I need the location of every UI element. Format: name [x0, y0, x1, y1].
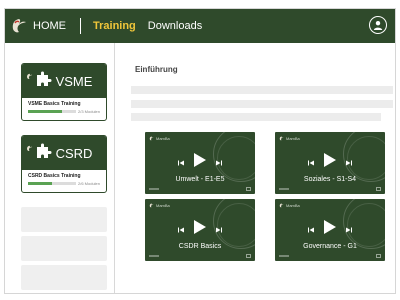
- course-title: CSRD: [55, 145, 93, 161]
- nav-divider: [80, 18, 81, 34]
- video-brand-label: MamBa: [156, 203, 170, 208]
- progress-bar: [28, 182, 76, 185]
- video-timeline[interactable]: [279, 188, 289, 190]
- video-card[interactable]: MamBa Governance - G1: [275, 199, 385, 261]
- puzzle-icon: [36, 143, 52, 164]
- course-card-header: CSRD: [22, 136, 106, 170]
- video-title: Soziales - S1-S4: [303, 176, 357, 183]
- main-content: Einführung MamBa Umwelt - E1-E5 MamBa So…: [123, 43, 393, 293]
- course-placeholder: [21, 265, 107, 290]
- video-brand-label: MamBa: [286, 203, 300, 208]
- video-brand: MamBa: [149, 136, 170, 141]
- course-card-csrd[interactable]: CSRD CSRD Basics Training 2/6 Modulen: [21, 135, 107, 193]
- next-icon[interactable]: [345, 221, 353, 239]
- course-card-header: VSME: [22, 64, 106, 98]
- previous-icon[interactable]: [307, 221, 315, 239]
- text-placeholder-line: [131, 86, 393, 94]
- course-subtitle: VSME Basics Training: [28, 101, 81, 107]
- nav-training-link[interactable]: Training: [93, 20, 136, 32]
- nav-downloads-link[interactable]: Downloads: [148, 20, 202, 32]
- course-progress: 2/6 Modulen: [22, 179, 106, 186]
- puzzle-icon: [36, 71, 52, 92]
- course-placeholder: [21, 207, 107, 232]
- video-title: Umwelt - E1-E5: [175, 176, 225, 183]
- next-icon[interactable]: [215, 221, 223, 239]
- fullscreen-icon[interactable]: [376, 187, 381, 191]
- video-bottom-bar: [279, 187, 381, 191]
- video-controls: [275, 219, 385, 240]
- nav-home-link[interactable]: HOME: [33, 20, 66, 32]
- text-placeholder-line: [131, 100, 393, 108]
- fullscreen-icon[interactable]: [376, 254, 381, 258]
- video-card[interactable]: MamBa CSDR Basics: [145, 199, 255, 261]
- course-title: VSME: [55, 73, 93, 89]
- previous-icon[interactable]: [177, 154, 185, 172]
- fullscreen-icon[interactable]: [246, 254, 251, 258]
- fullscreen-icon[interactable]: [246, 187, 251, 191]
- previous-icon[interactable]: [177, 221, 185, 239]
- module-count: 2/3 Modulen: [77, 109, 100, 114]
- video-title: CSDR Basics: [178, 243, 222, 250]
- text-placeholder-line: [131, 113, 381, 121]
- video-card[interactable]: MamBa Soziales - S1-S4: [275, 132, 385, 194]
- course-placeholder: [21, 236, 107, 261]
- video-card[interactable]: MamBa Umwelt - E1-E5: [145, 132, 255, 194]
- video-bottom-bar: [279, 254, 381, 258]
- video-controls: [145, 152, 255, 173]
- hummingbird-logo-icon: [26, 139, 33, 157]
- play-icon[interactable]: [323, 219, 337, 240]
- video-brand: MamBa: [279, 203, 300, 208]
- video-timeline[interactable]: [149, 188, 159, 190]
- video-title: Governance - G1: [303, 243, 357, 250]
- video-controls: [145, 219, 255, 240]
- course-subtitle: CSRD Basics Training: [28, 173, 81, 179]
- hummingbird-logo-icon: [26, 67, 33, 85]
- progress-bar-fill: [28, 182, 52, 185]
- video-controls: [275, 152, 385, 173]
- progress-bar-fill: [28, 110, 62, 113]
- video-timeline[interactable]: [149, 255, 159, 257]
- course-card-vsme[interactable]: VSME VSME Basics Training 2/3 Modulen: [21, 63, 107, 121]
- play-icon[interactable]: [323, 152, 337, 173]
- video-bottom-bar: [149, 187, 251, 191]
- hummingbird-logo-icon[interactable]: [9, 16, 29, 36]
- course-progress: 2/3 Modulen: [22, 107, 106, 114]
- next-icon[interactable]: [345, 154, 353, 172]
- previous-icon[interactable]: [307, 154, 315, 172]
- module-count: 2/6 Modulen: [77, 181, 100, 186]
- video-brand: MamBa: [149, 203, 170, 208]
- next-icon[interactable]: [215, 154, 223, 172]
- top-navigation-bar: HOME Training Downloads: [5, 9, 395, 43]
- course-sidebar: VSME VSME Basics Training 2/3 Modulen CS…: [5, 43, 115, 293]
- video-brand-label: MamBa: [156, 136, 170, 141]
- app-frame: HOME Training Downloads VSME VSME Basics…: [4, 8, 396, 294]
- video-bottom-bar: [149, 254, 251, 258]
- progress-bar: [28, 110, 76, 113]
- play-icon[interactable]: [193, 152, 207, 173]
- play-icon[interactable]: [193, 219, 207, 240]
- video-brand-label: MamBa: [286, 136, 300, 141]
- user-profile-icon[interactable]: [369, 16, 387, 34]
- section-title: Einführung: [135, 65, 178, 74]
- video-brand: MamBa: [279, 136, 300, 141]
- video-timeline[interactable]: [279, 255, 289, 257]
